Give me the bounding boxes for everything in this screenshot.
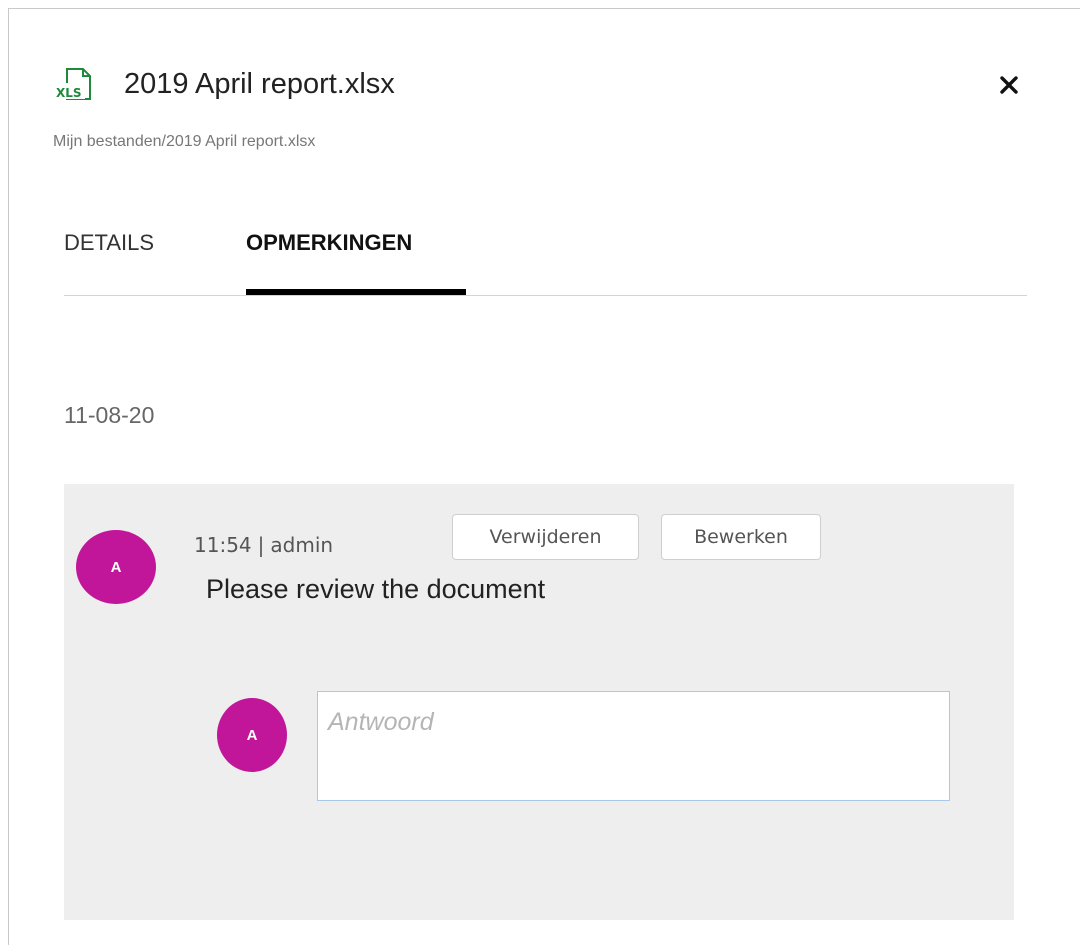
- comment-time: 11:54: [194, 533, 252, 557]
- comment-text: Please review the document: [206, 574, 546, 604]
- comment-date: 11-08-20: [64, 402, 155, 428]
- meta-separator: |: [257, 533, 265, 557]
- close-icon[interactable]: [994, 70, 1024, 100]
- comment-meta: 11:54 | admin: [194, 533, 333, 557]
- file-title: 2019 April report.xlsx: [124, 68, 395, 100]
- tab-divider: [64, 295, 1027, 296]
- delete-comment-button[interactable]: Verwijderen: [452, 514, 639, 560]
- tab-comments[interactable]: OPMERKINGEN: [246, 230, 412, 256]
- xls-file-icon: XLS: [55, 68, 91, 100]
- avatar: A: [76, 530, 156, 604]
- edit-comment-button[interactable]: Bewerken: [661, 514, 821, 560]
- reply-input[interactable]: [317, 691, 950, 801]
- file-path-breadcrumb: Mijn bestanden/2019 April report.xlsx: [53, 133, 316, 150]
- comment-author: admin: [270, 533, 334, 557]
- reply-avatar: A: [217, 698, 287, 772]
- xls-icon-label: XLS: [56, 86, 82, 100]
- tab-details[interactable]: DETAILS: [64, 230, 154, 256]
